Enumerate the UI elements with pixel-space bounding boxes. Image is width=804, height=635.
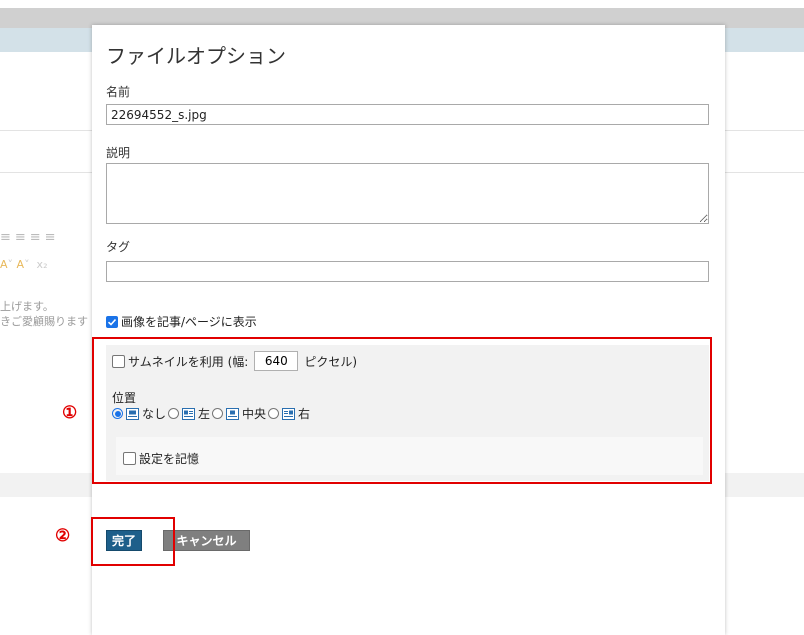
tag-label: タグ [106, 240, 131, 254]
checkmark-icon [107, 318, 117, 326]
show-image-option[interactable]: 画像を記事/ページに表示 [106, 313, 257, 330]
show-image-checkbox[interactable] [106, 315, 118, 328]
description-label: 説明 [106, 146, 131, 160]
dialog-title: ファイルオプション [106, 44, 286, 68]
background-format-toolbar: A˅ A˅ x₂ [0, 258, 48, 271]
highlight-box-done [91, 517, 175, 566]
description-textarea[interactable] [106, 163, 709, 224]
highlight-box-options [92, 337, 712, 484]
background-text-line: 上げます。 [0, 300, 54, 313]
name-input[interactable] [106, 104, 709, 125]
name-label: 名前 [106, 85, 131, 99]
background-align-toolbar: ≡≡≡≡ [0, 230, 60, 245]
cancel-button[interactable]: キャンセル [163, 530, 250, 551]
annotation-marker-2: ② [55, 526, 71, 546]
background-text-line: きご愛顧賜ります [0, 315, 88, 328]
annotation-marker-1: ① [62, 403, 78, 423]
file-options-dialog: ファイルオプション 名前 説明 タグ 画像を記事/ページに表示 サムネイルを利用… [92, 25, 725, 635]
tag-input[interactable] [106, 261, 709, 282]
show-image-label: 画像を記事/ページに表示 [121, 315, 257, 329]
